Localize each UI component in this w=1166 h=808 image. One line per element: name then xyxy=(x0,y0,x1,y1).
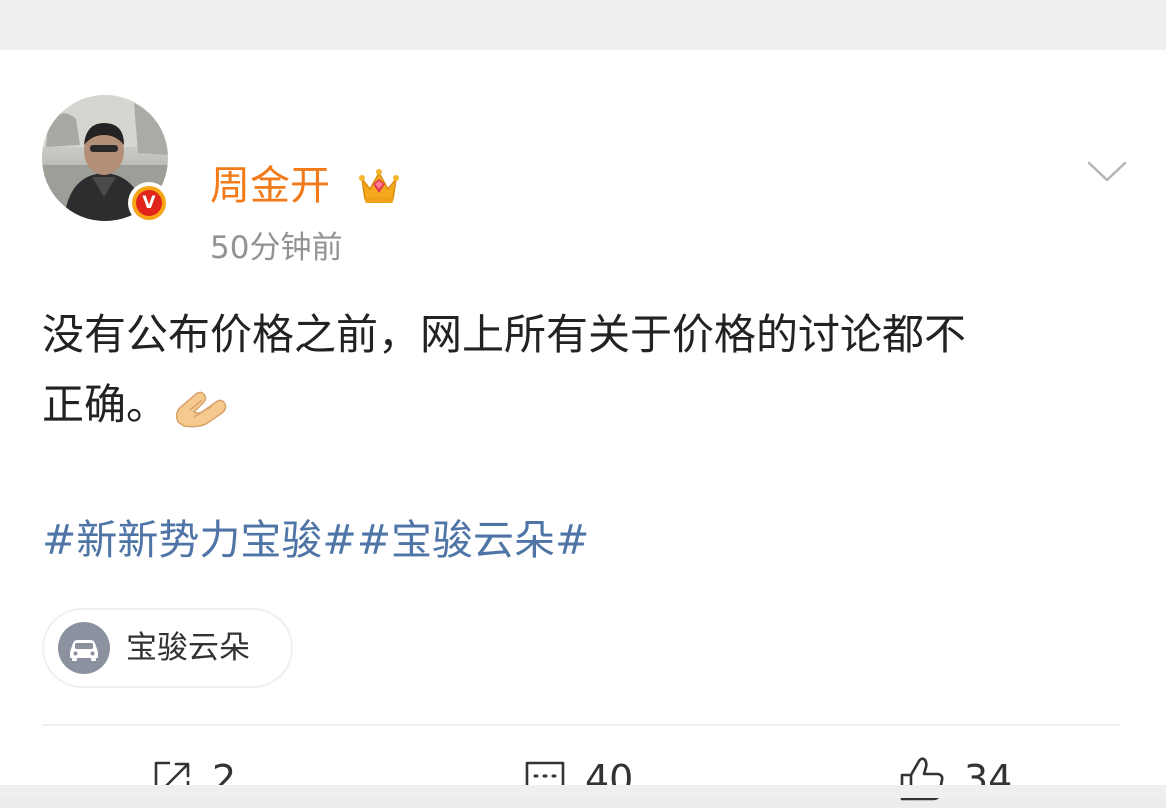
author-name[interactable]: 周金开 xyxy=(210,160,330,212)
feed-gap-top xyxy=(0,0,1166,50)
post-text-line-2: 正确。 xyxy=(42,380,169,429)
like-count: 34 xyxy=(964,757,1013,801)
like-button[interactable]: 34 xyxy=(898,750,1012,808)
post-body: 没有公布价格之前，网上所有关于价格的讨论都不 正确。 xyxy=(42,300,1127,440)
post-timestamp: 50分钟前 xyxy=(210,230,343,266)
car-icon xyxy=(58,622,110,674)
crown-icon[interactable] xyxy=(358,165,400,207)
hashtag-links[interactable]: #新新势力宝骏##宝骏云朵# xyxy=(42,512,589,568)
hands-emoji-icon xyxy=(172,381,228,427)
topic-chip-label: 宝骏云朵 xyxy=(126,630,250,666)
verified-badge-icon: V xyxy=(128,182,170,224)
feed-gap-bottom xyxy=(0,785,1166,798)
chevron-down-icon[interactable] xyxy=(1084,155,1130,187)
action-bar-divider xyxy=(42,724,1120,726)
repost-count: 2 xyxy=(212,757,237,801)
weibo-post-card[interactable]: V 周金开 50分钟前 没有公布价格之前，网上所有关于价格的讨论都不 正确。 #… xyxy=(0,50,1166,801)
post-text-line-1: 没有公布价格之前，网上所有关于价格的讨论都不 xyxy=(42,310,967,359)
topic-chip[interactable]: 宝骏云朵 xyxy=(42,608,293,688)
repost-button[interactable]: 2 xyxy=(150,750,236,808)
comment-count: 40 xyxy=(585,757,634,801)
comment-button[interactable]: 40 xyxy=(523,750,633,808)
